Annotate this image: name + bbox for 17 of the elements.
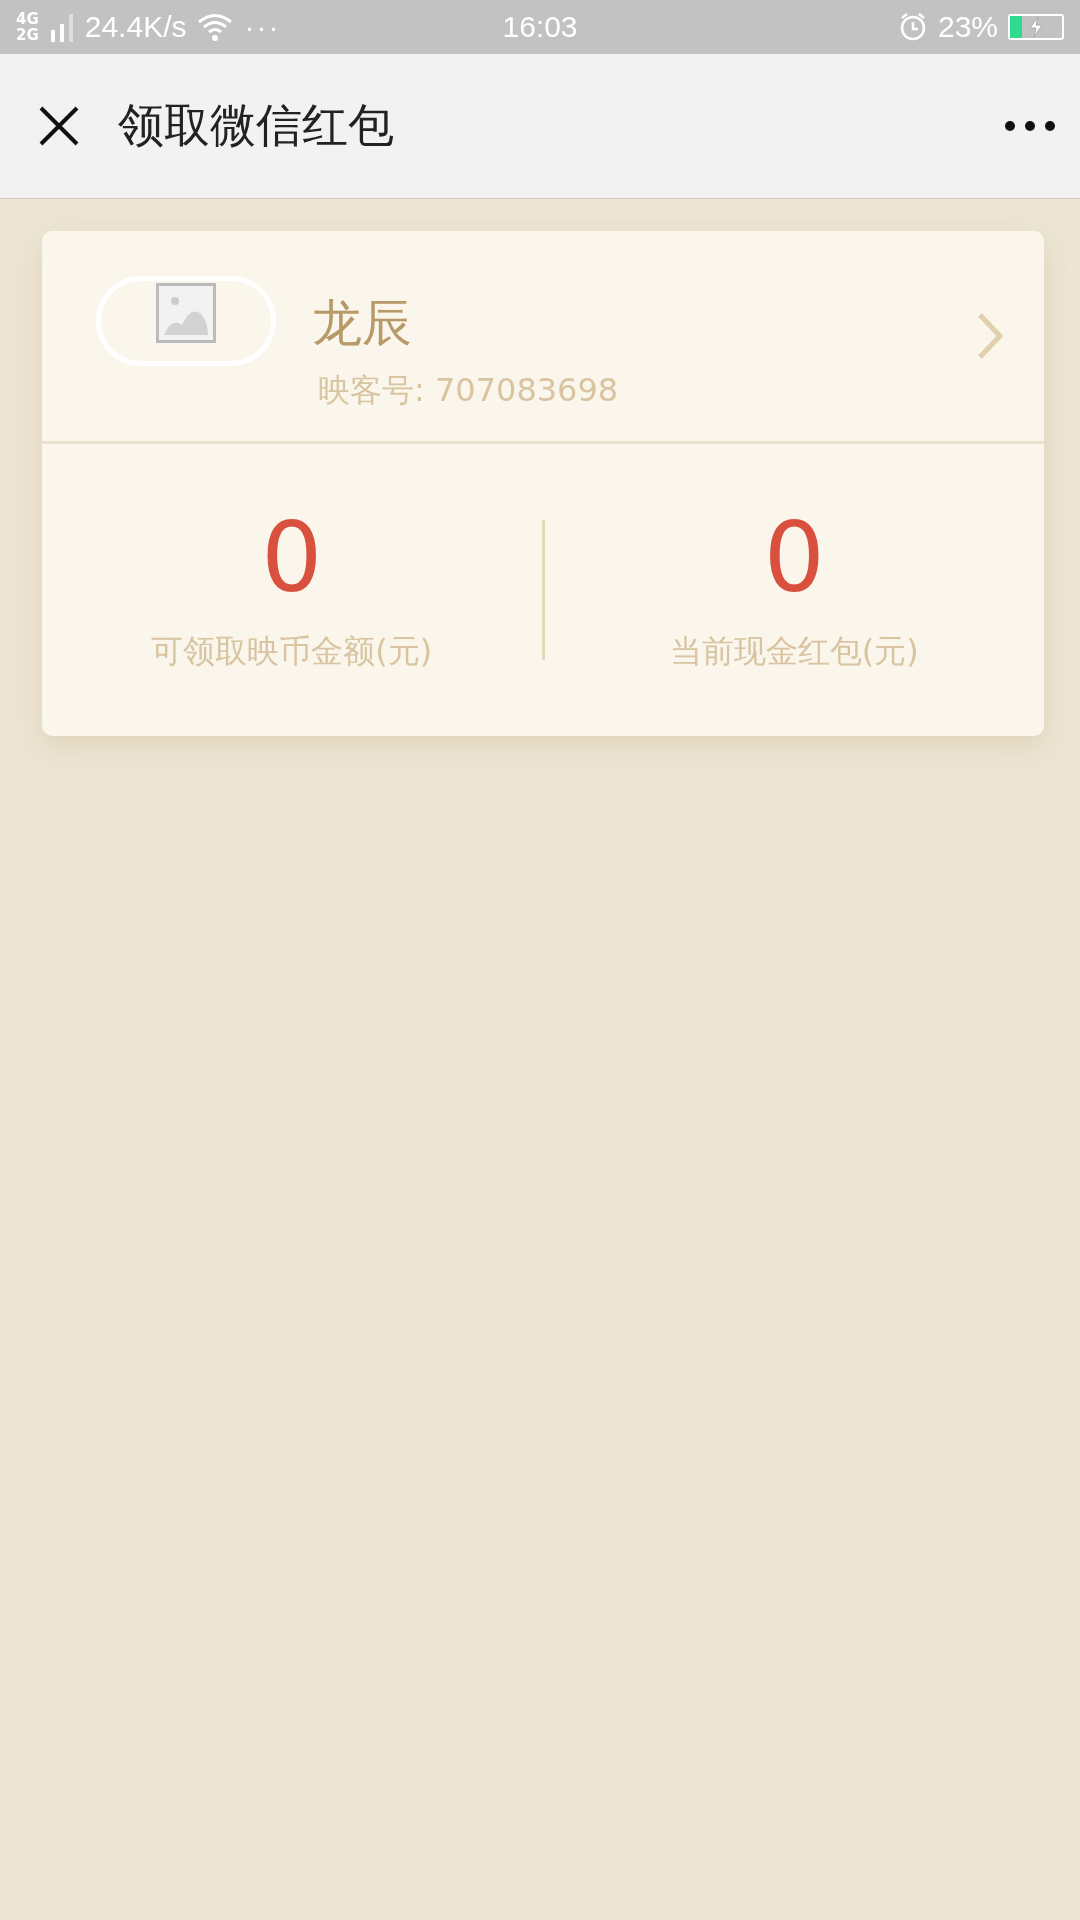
stat-value: 0 — [261, 506, 323, 612]
more-notifications: ··· — [244, 10, 281, 44]
close-icon[interactable] — [38, 105, 80, 147]
battery-icon — [1008, 14, 1064, 40]
more-icon[interactable] — [1004, 120, 1056, 132]
user-id: 映客号: 707083698 — [318, 369, 620, 411]
stat-label: 可领取映币金额(元) — [151, 630, 433, 672]
network-speed: 24.4K/s — [84, 10, 187, 44]
image-placeholder-icon — [156, 283, 216, 343]
stat-value: 0 — [763, 506, 825, 612]
network-label: 4G 2G — [16, 11, 39, 43]
battery-percent: 23% — [937, 10, 998, 44]
signal-icon — [48, 12, 75, 42]
clock-time: 16:03 — [502, 10, 578, 44]
stat-label: 当前现金红包(元) — [669, 630, 919, 672]
page-title: 领取微信红包 — [118, 97, 395, 154]
user-name: 龙辰 — [312, 292, 413, 354]
